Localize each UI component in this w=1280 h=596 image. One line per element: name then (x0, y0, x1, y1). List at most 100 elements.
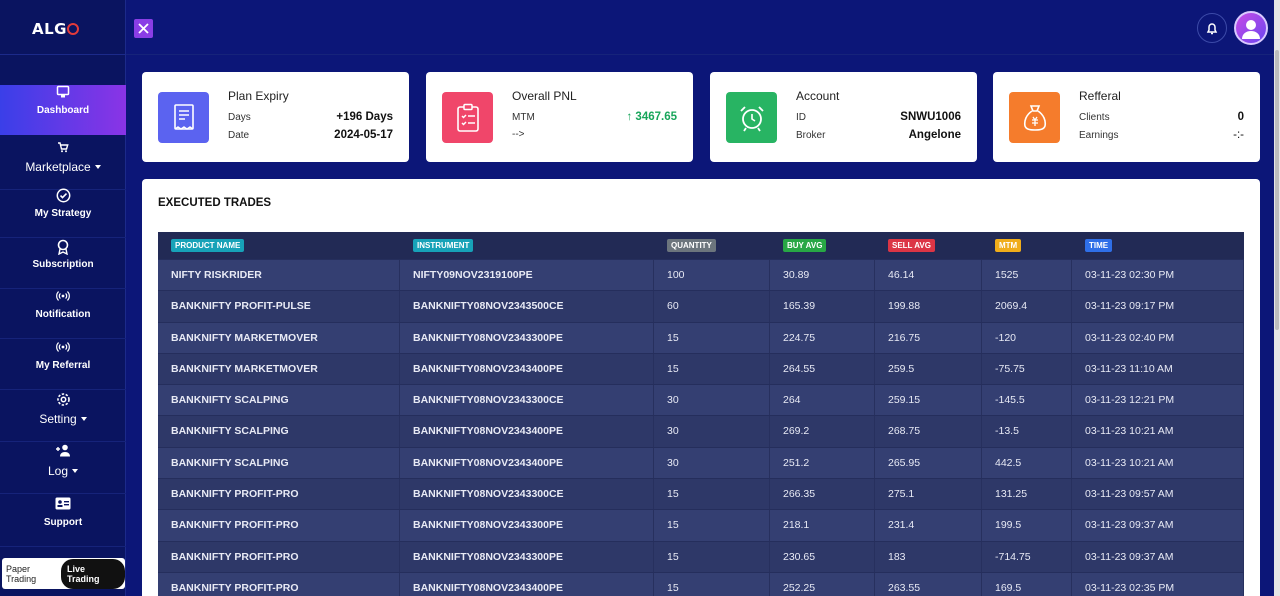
table-header: PRODUCT NAME INSTRUMENT QUANTITY BUY AVG… (158, 232, 1244, 259)
sidebar-item-marketplace[interactable]: Marketplace (0, 140, 126, 190)
time-cell: 03-11-23 09:37 AM (1072, 541, 1244, 572)
sidebar-item-label: Log (47, 464, 69, 478)
column-header-sell-avg[interactable]: SELL AVG (888, 239, 935, 252)
sidebar-item-notification[interactable]: Notification (0, 289, 126, 339)
divider (126, 54, 1280, 55)
column-header-time[interactable]: TIME (1085, 239, 1113, 252)
quantity-cell: 15 (654, 322, 770, 353)
account-id-value: SNWU1006 (900, 111, 961, 123)
sidebar-item-setting[interactable]: Setting (0, 392, 126, 442)
caret-down-icon (80, 417, 87, 421)
instrument-cell: BANKNIFTY08NOV2343300PE (400, 510, 654, 541)
card-label: Date (228, 129, 250, 141)
table-row[interactable]: BANKNIFTY PROFIT-PULSE BANKNIFTY08NOV2343… (158, 290, 1244, 322)
instrument-cell: BANKNIFTY08NOV2343400PE (400, 353, 654, 385)
buy-avg-cell: 252.25 (770, 572, 875, 596)
card-label: Broker (796, 129, 826, 141)
buy-avg-cell: 218.1 (770, 510, 875, 541)
card-label: Clients (1079, 111, 1110, 123)
mtm-cell: 442.5 (982, 447, 1072, 479)
time-cell: 03-11-23 02:30 PM (1072, 260, 1244, 291)
table-row[interactable]: BANKNIFTY PROFIT-PRO BANKNIFTY08NOV234330… (158, 478, 1244, 510)
mtm-cell: 1525 (982, 260, 1072, 291)
sidebar-item-label: Dashboard (36, 105, 90, 116)
user-plus-icon (0, 444, 126, 460)
buy-avg-cell: 230.65 (770, 541, 875, 572)
close-sidebar-button[interactable] (134, 19, 153, 38)
quantity-cell: 15 (654, 479, 770, 510)
instrument-cell: NIFTY09NOV2319100PE (400, 260, 654, 291)
column-header-mtm[interactable]: MTM (995, 239, 1022, 252)
earnings-value: -:- (1233, 129, 1244, 141)
sidebar-item-label: Setting (39, 412, 77, 426)
time-cell: 03-11-23 10:21 AM (1072, 447, 1244, 479)
table-row[interactable]: BANKNIFTY PROFIT-PRO BANKNIFTY08NOV234330… (158, 540, 1244, 572)
caret-down-icon (72, 469, 79, 473)
brand-logo[interactable]: ALG (32, 20, 84, 42)
quantity-cell: 30 (654, 416, 770, 447)
sidebar-item-log[interactable]: Log (0, 444, 126, 494)
product-name-cell: BANKNIFTY PROFIT-PULSE (158, 291, 400, 322)
table-row[interactable]: BANKNIFTY SCALPING BANKNIFTY08NOV2343400P… (158, 415, 1244, 447)
referral-card: Refferal Clients 0 Earnings -:- (993, 72, 1260, 162)
product-name-cell: BANKNIFTY SCALPING (158, 447, 400, 479)
close-icon (138, 23, 149, 34)
quantity-cell: 15 (654, 353, 770, 385)
buy-avg-cell: 165.39 (770, 291, 875, 322)
overall-pnl-card: Overall PNL MTM ↑ 3467.65 --> (426, 72, 693, 162)
money-bag-icon (1009, 92, 1060, 143)
sidebar: ALG Dashboard Marketplace My Strategy Su… (0, 0, 126, 596)
column-header-instrument[interactable]: INSTRUMENT (413, 239, 474, 252)
clients-value: 0 (1237, 111, 1244, 123)
quantity-cell: 60 (654, 291, 770, 322)
check-circle-icon (0, 188, 126, 204)
time-cell: 03-11-23 10:21 AM (1072, 416, 1244, 447)
buy-avg-cell: 269.2 (770, 416, 875, 447)
logo-ring-icon (66, 23, 79, 35)
table-row[interactable]: BANKNIFTY MARKETMOVER BANKNIFTY08NOV23433… (158, 321, 1244, 353)
sidebar-item-dashboard[interactable]: Dashboard (0, 85, 126, 135)
table-row[interactable]: BANKNIFTY SCALPING BANKNIFTY08NOV2343300C… (158, 384, 1244, 416)
live-trading-option[interactable]: Live Trading (60, 558, 125, 589)
instrument-cell: BANKNIFTY08NOV2343300CE (400, 479, 654, 510)
sidebar-item-subscription[interactable]: Subscription (0, 239, 126, 289)
award-icon (0, 239, 126, 256)
buy-avg-cell: 264 (770, 385, 875, 416)
time-cell: 03-11-23 12:21 PM (1072, 385, 1244, 416)
product-name-cell: BANKNIFTY SCALPING (158, 416, 400, 447)
buy-avg-cell: 224.75 (770, 322, 875, 353)
trading-mode-toggle[interactable]: Paper Trading Live Trading (2, 558, 125, 589)
card-title: Plan Expiry (228, 89, 289, 103)
paper-trading-option[interactable]: Paper Trading (6, 564, 61, 584)
table-row[interactable]: BANKNIFTY PROFIT-PRO BANKNIFTY08NOV234330… (158, 509, 1244, 541)
mtm-value: 3467.65 (635, 111, 677, 123)
scrollbar-thumb[interactable] (1275, 50, 1279, 330)
table-row[interactable]: NIFTY RISKRIDER NIFTY09NOV2319100PE 100 30.… (158, 259, 1244, 291)
user-avatar[interactable] (1234, 11, 1268, 45)
table-row[interactable]: BANKNIFTY SCALPING BANKNIFTY08NOV2343400P… (158, 446, 1244, 479)
column-header-quantity[interactable]: QUANTITY (667, 239, 716, 252)
quantity-cell: 30 (654, 385, 770, 416)
column-header-product-name[interactable]: PRODUCT NAME (171, 239, 245, 252)
sidebar-item-label: Notification (35, 309, 91, 320)
table-row[interactable]: BANKNIFTY MARKETMOVER BANKNIFTY08NOV23434… (158, 352, 1244, 385)
monitor-icon (0, 85, 126, 101)
sidebar-item-my-referral[interactable]: My Referral (0, 340, 126, 390)
product-name-cell: BANKNIFTY SCALPING (158, 385, 400, 416)
card-link[interactable]: --> (512, 129, 525, 140)
mtm-cell: -714.75 (982, 541, 1072, 572)
quantity-cell: 30 (654, 447, 770, 479)
sell-avg-cell: 46.14 (875, 260, 982, 291)
card-title: Overall PNL (512, 89, 577, 103)
receipt-icon (158, 92, 209, 143)
sidebar-item-label: My Referral (35, 360, 91, 371)
sidebar-item-support[interactable]: Support (0, 497, 126, 547)
column-header-buy-avg[interactable]: BUY AVG (783, 239, 827, 252)
buy-avg-cell: 251.2 (770, 447, 875, 479)
sell-avg-cell: 199.88 (875, 291, 982, 322)
sidebar-item-my-strategy[interactable]: My Strategy (0, 188, 126, 238)
table-row[interactable]: BANKNIFTY PROFIT-PRO BANKNIFTY08NOV234340… (158, 571, 1244, 596)
gear-icon (0, 392, 126, 408)
trades-table: PRODUCT NAME INSTRUMENT QUANTITY BUY AVG… (158, 232, 1244, 596)
notifications-button[interactable] (1197, 13, 1227, 43)
